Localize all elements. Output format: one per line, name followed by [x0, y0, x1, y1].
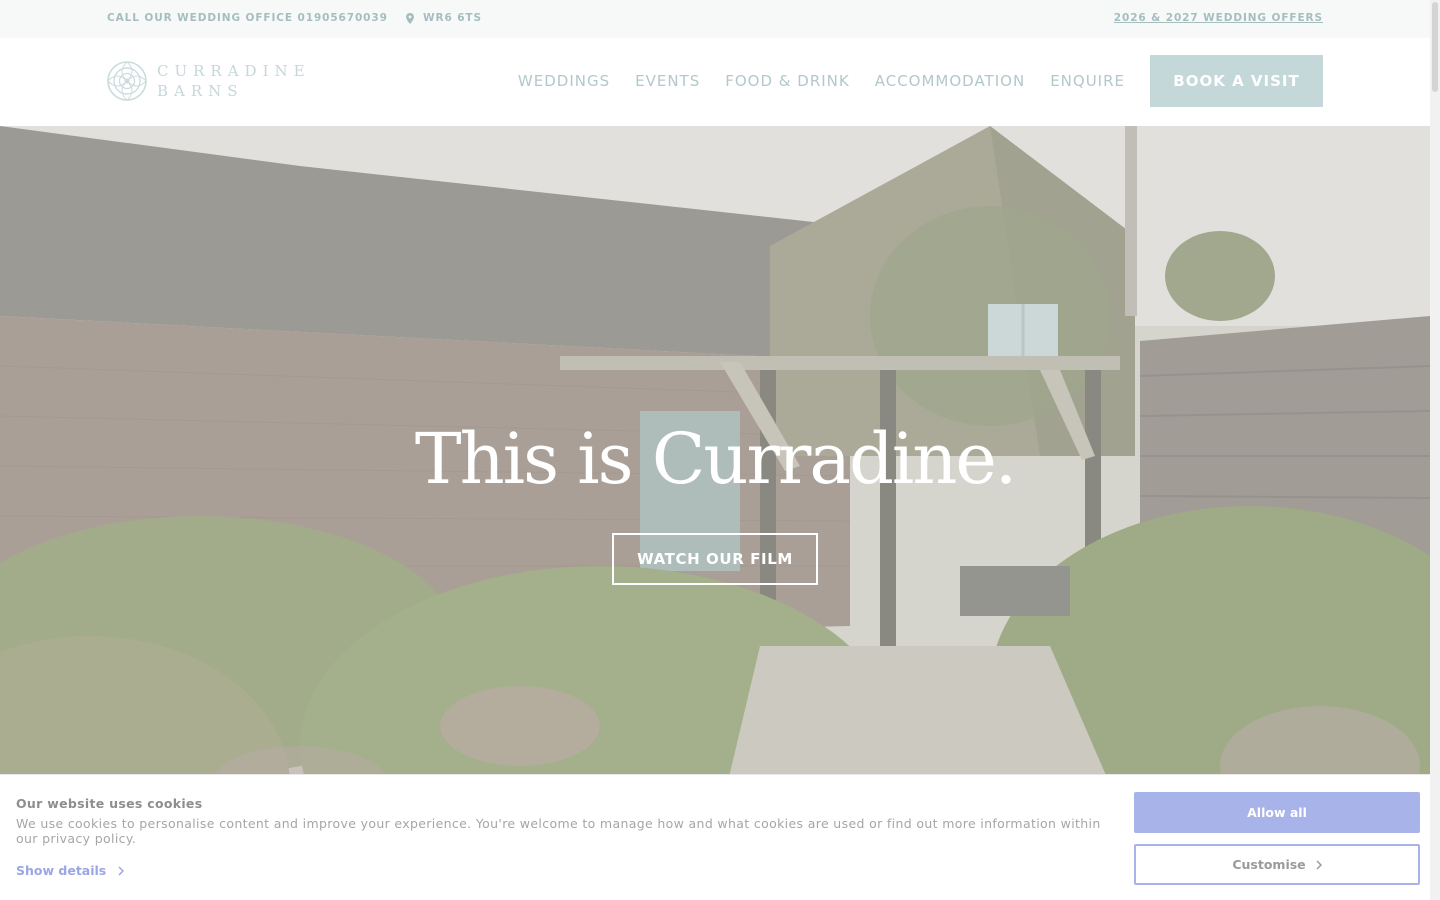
show-details-link[interactable]: Show details [16, 863, 125, 878]
chevron-right-icon [118, 865, 125, 876]
postcode: WR6 6TS [423, 12, 482, 24]
location[interactable]: WR6 6TS [406, 12, 482, 24]
site-header: CURRADINE BARNS WEDDINGS EVENTS FOOD & D… [0, 38, 1430, 126]
cookie-description: We use cookies to personalise content an… [16, 816, 1101, 846]
main-nav: WEDDINGS EVENTS FOOD & DRINK ACCOMMODATI… [518, 72, 1125, 90]
wedding-offers-link[interactable]: 2026 & 2027 WEDDING OFFERS [1114, 12, 1323, 24]
watch-film-button[interactable]: WATCH OUR FILM [612, 533, 818, 585]
nav-food-drink[interactable]: FOOD & DRINK [725, 72, 849, 90]
allow-all-button[interactable]: Allow all [1134, 792, 1420, 833]
logo-text-line2: BARNS [157, 82, 244, 100]
show-details-label: Show details [16, 863, 107, 878]
chevron-right-icon [1316, 859, 1322, 870]
customise-button[interactable]: Customise [1134, 844, 1420, 885]
cookie-title: Our website uses cookies [16, 796, 203, 811]
logo-text-line1: CURRADINE [157, 62, 311, 80]
top-utility-bar: CALL OUR WEDDING OFFICE 01905670039 WR6 … [0, 0, 1430, 38]
page-scrollbar[interactable] [1430, 0, 1440, 900]
book-a-visit-button[interactable]: BOOK A VISIT [1150, 55, 1323, 107]
nav-accommodation[interactable]: ACCOMMODATION [875, 72, 1025, 90]
scrollbar-thumb[interactable] [1432, 2, 1438, 92]
wedding-office-phone[interactable]: CALL OUR WEDDING OFFICE 01905670039 [107, 12, 388, 24]
nav-enquire[interactable]: ENQUIRE [1050, 72, 1125, 90]
customise-label: Customise [1232, 857, 1306, 872]
site-logo[interactable]: CURRADINE BARNS [107, 61, 311, 101]
cookie-banner: Our website uses cookies We use cookies … [0, 774, 1430, 900]
hero-title: This is Curradine. [414, 418, 1017, 500]
map-pin-icon [406, 12, 414, 24]
nav-weddings[interactable]: WEDDINGS [518, 72, 610, 90]
nav-events[interactable]: EVENTS [635, 72, 700, 90]
rose-logo-icon [107, 61, 147, 101]
